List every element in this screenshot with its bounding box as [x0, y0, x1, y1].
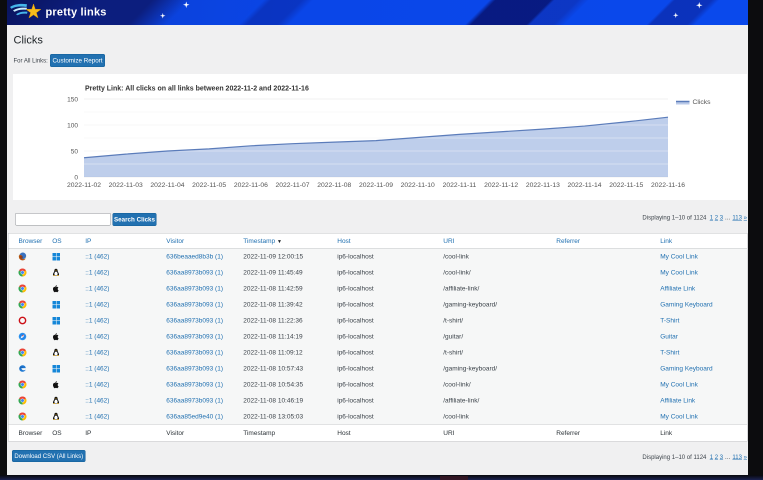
svg-text:2022-11-06: 2022-11-06: [234, 182, 268, 189]
svg-text:2022-11-14: 2022-11-14: [568, 182, 602, 189]
svg-text:2022-11-05: 2022-11-05: [192, 182, 226, 189]
svg-text:0: 0: [74, 175, 78, 182]
svg-text:Clicks: Clicks: [693, 99, 712, 106]
svg-text:2022-11-09: 2022-11-09: [359, 182, 393, 189]
svg-text:150: 150: [67, 97, 78, 104]
svg-text:2022-11-02: 2022-11-02: [67, 182, 101, 189]
svg-text:50: 50: [71, 149, 79, 156]
svg-text:Pretty Link: All clicks on all: Pretty Link: All clicks on all links bet…: [85, 86, 309, 93]
svg-text:2022-11-04: 2022-11-04: [150, 182, 184, 189]
svg-text:2022-11-15: 2022-11-15: [609, 182, 643, 189]
svg-text:100: 100: [67, 123, 78, 130]
svg-text:2022-11-08: 2022-11-08: [317, 182, 351, 189]
svg-text:2022-11-13: 2022-11-13: [526, 182, 560, 189]
svg-text:2022-11-07: 2022-11-07: [276, 182, 310, 189]
svg-text:2022-11-11: 2022-11-11: [443, 182, 477, 189]
svg-text:2022-11-03: 2022-11-03: [109, 182, 143, 189]
svg-text:2022-11-10: 2022-11-10: [401, 182, 435, 189]
svg-text:2022-11-16: 2022-11-16: [651, 182, 685, 189]
svg-text:2022-11-12: 2022-11-12: [484, 182, 518, 189]
